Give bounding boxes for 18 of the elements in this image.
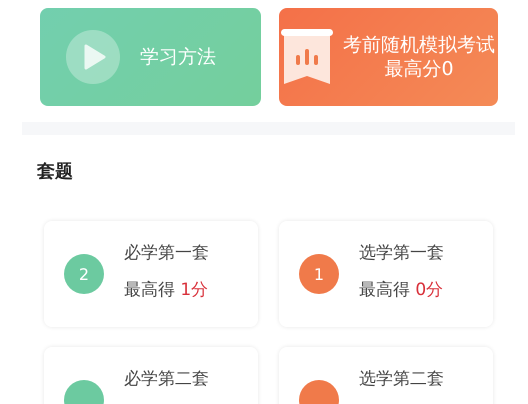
exam-set-card[interactable]: 选学第二套 xyxy=(279,347,493,404)
set-name: 选学第一套 xyxy=(359,242,444,264)
best-score: 最高分0 xyxy=(384,57,454,81)
bookmark-chart-icon xyxy=(281,29,335,85)
set-number-badge: 2 xyxy=(64,254,104,294)
best-score: 最高得 1分 xyxy=(124,279,209,301)
set-name: 必学第一套 xyxy=(124,242,209,264)
card-title: 考前随机模拟考试 xyxy=(343,33,495,57)
exam-set-card[interactable]: 1 选学第一套 最高得 0分 xyxy=(279,221,493,327)
card-title: 学习方法 xyxy=(140,45,216,69)
section-title: 套题 xyxy=(37,160,73,183)
set-name: 选学第二套 xyxy=(359,368,444,390)
set-name: 必学第二套 xyxy=(124,368,209,390)
exam-set-card[interactable]: 2 必学第一套 最高得 1分 xyxy=(44,221,258,327)
set-number-badge: 1 xyxy=(299,254,339,294)
exam-set-card[interactable]: 必学第二套 xyxy=(44,347,258,404)
best-score: 最高得 0分 xyxy=(359,279,444,301)
play-icon xyxy=(66,30,120,84)
